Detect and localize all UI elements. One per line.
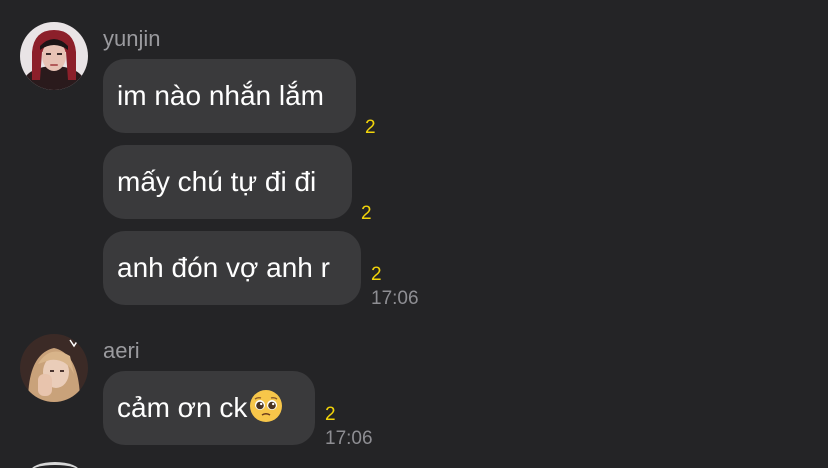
message-bubble[interactable]: mấy chú tự đi đi — [103, 145, 352, 219]
message-text: im nào nhắn lắm — [117, 80, 325, 111]
unread-count: 2 — [325, 404, 336, 425]
sender-avatar-yunjin[interactable] — [20, 22, 88, 90]
next-avatar-partial — [30, 462, 80, 468]
sender-name: yunjin — [103, 26, 161, 51]
sender-avatar-aeri[interactable] — [20, 334, 88, 402]
message-bubble[interactable]: anh đón vợ anh r — [103, 231, 361, 305]
message-text: mấy chú tự đi đi — [117, 166, 317, 197]
sender-name: aeri — [103, 338, 140, 363]
message-bubble[interactable]: cảm ơn ck — [103, 371, 315, 445]
unread-count: 2 — [361, 203, 372, 224]
pleading-face-emoji — [250, 390, 283, 422]
message-text: cảm ơn ck — [117, 392, 248, 423]
message-bubble[interactable]: im nào nhắn lắm — [103, 59, 356, 133]
message-text: anh đón vợ anh r — [117, 252, 330, 283]
message-timestamp: 17:06 — [371, 288, 419, 309]
unread-count: 2 — [371, 264, 382, 285]
unread-count: 2 — [365, 117, 376, 138]
message-timestamp: 17:06 — [325, 428, 373, 449]
avatar-yunjin-image — [20, 22, 88, 90]
avatar-aeri-image — [20, 334, 88, 402]
chat-thread: yunjin im nào nhắn lắm 2 mấy chú tự đi đ… — [0, 0, 828, 468]
